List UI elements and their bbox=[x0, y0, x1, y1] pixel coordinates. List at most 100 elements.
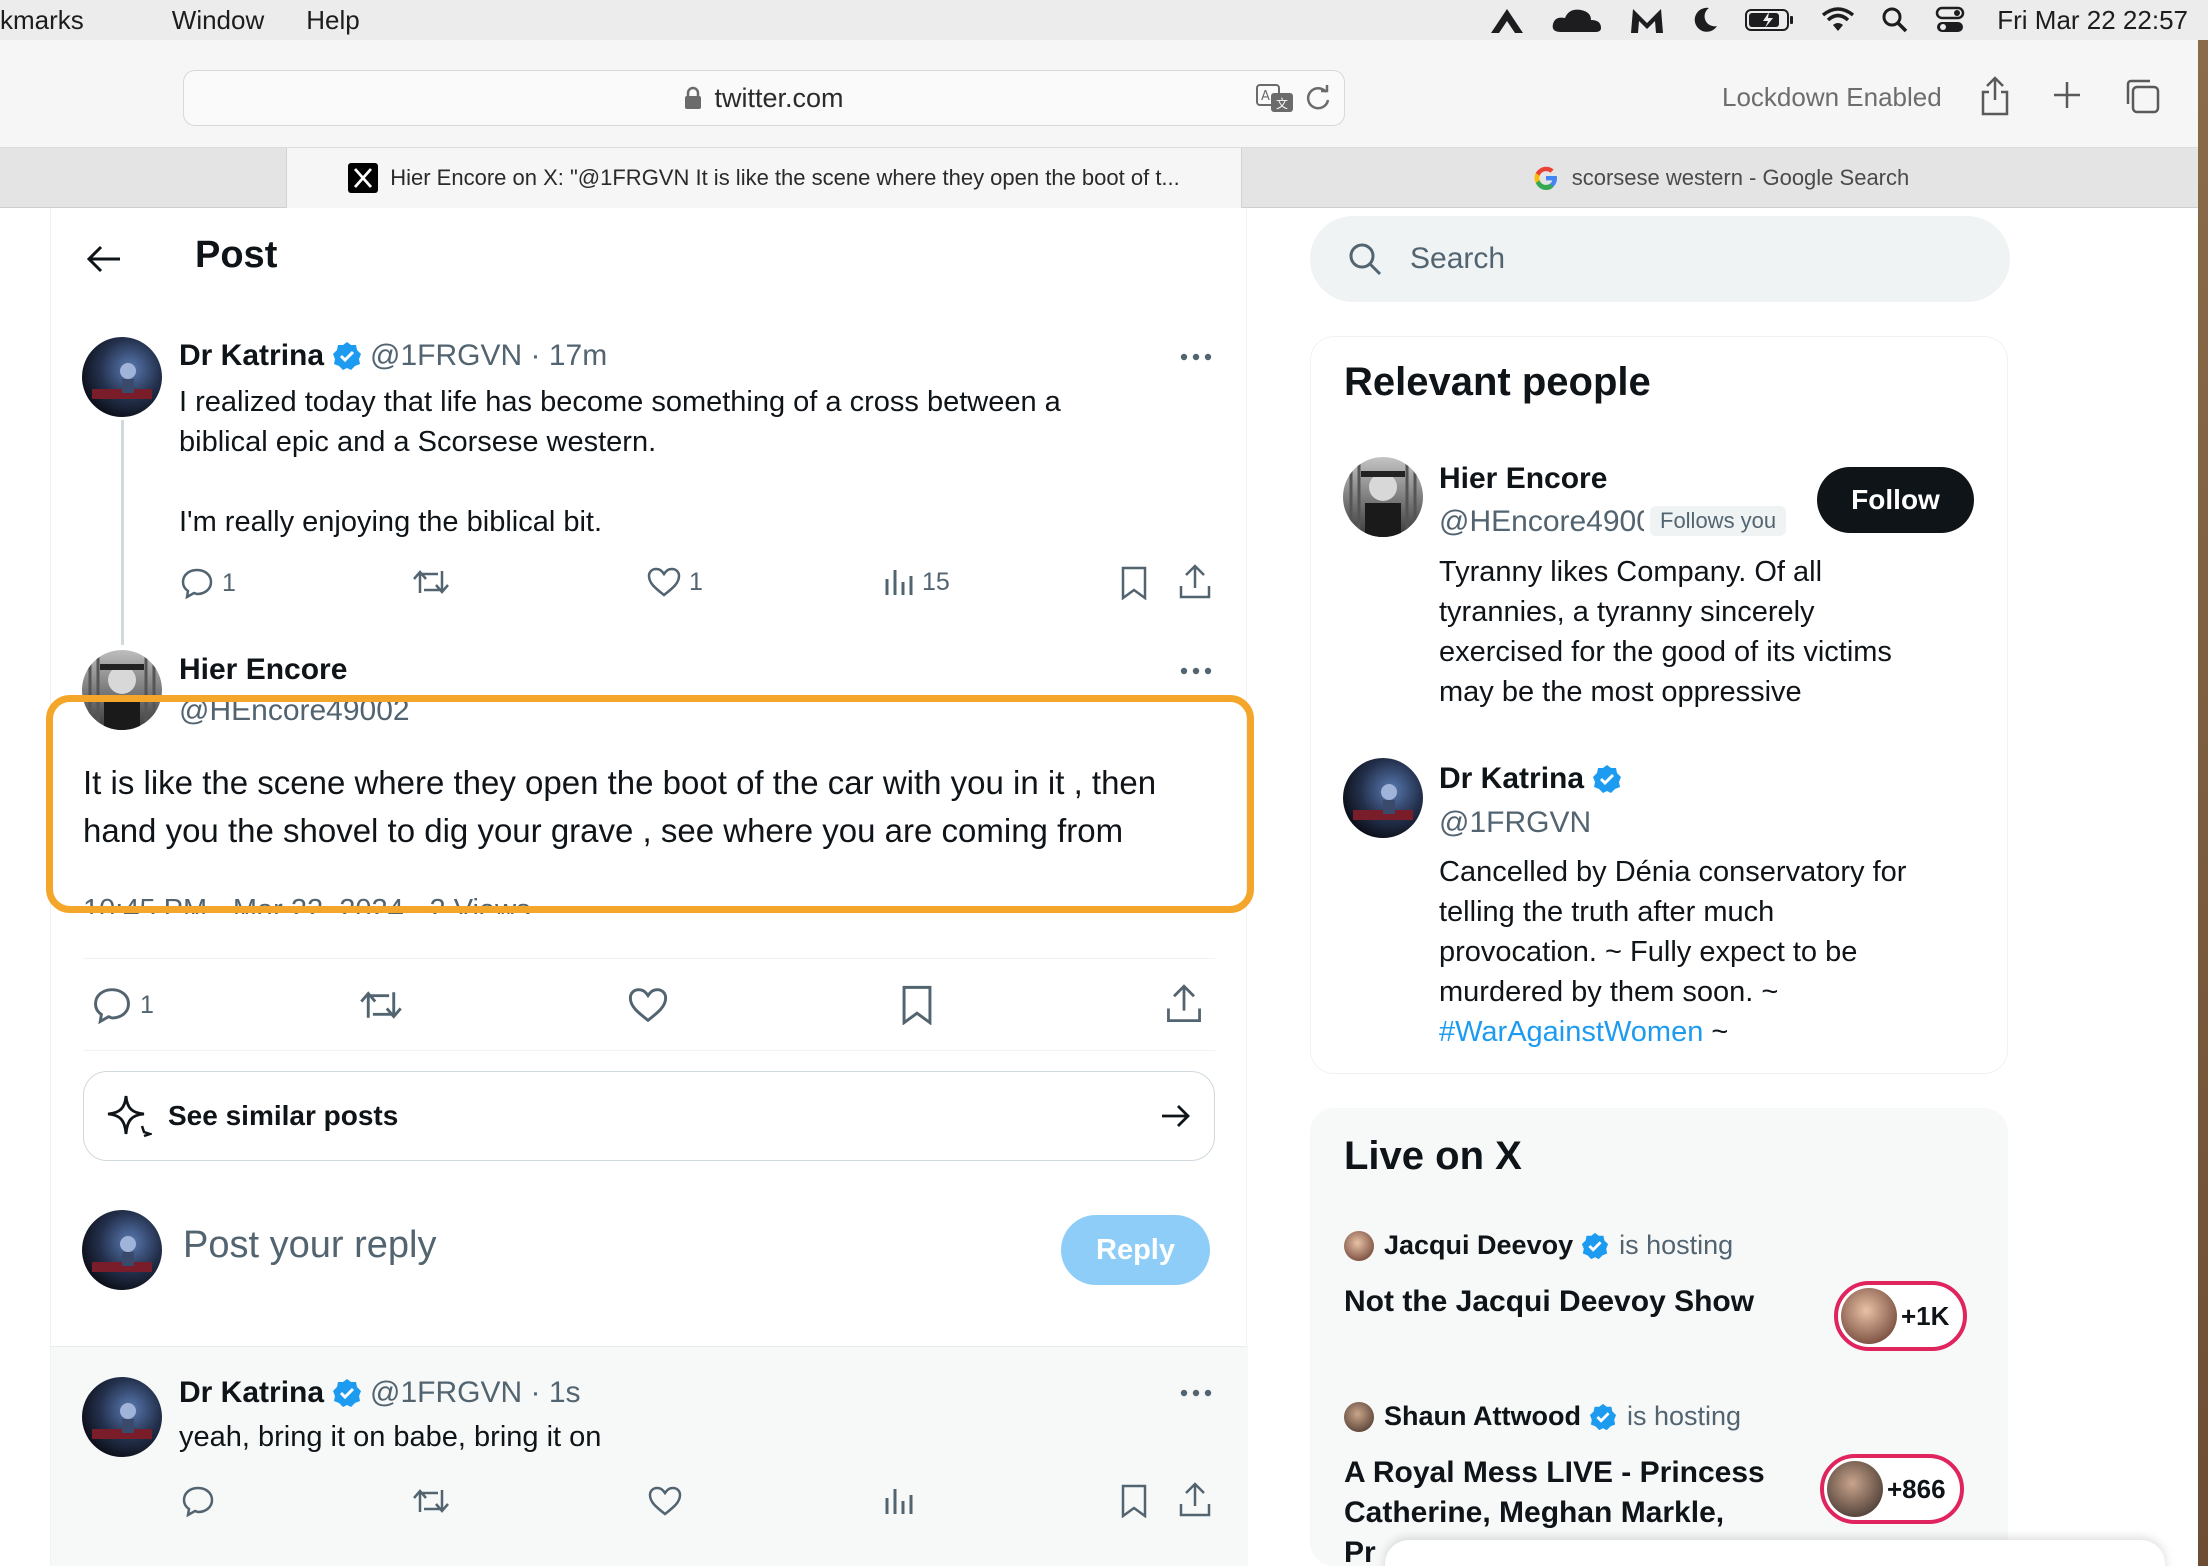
bio-line: murdered by them soon. ~ bbox=[1439, 976, 1779, 1008]
messages-drawer[interactable] bbox=[1385, 1540, 2165, 1566]
person-bio: Tyranny likes Company. Of all tyrannies,… bbox=[1439, 552, 1969, 712]
window-edge bbox=[2198, 40, 2208, 1566]
more-options-icon[interactable] bbox=[1180, 1388, 1212, 1398]
battery-icon[interactable] bbox=[1745, 7, 1795, 33]
app-arc-icon[interactable] bbox=[1489, 5, 1525, 35]
address-bar[interactable]: twitter.com A文 bbox=[183, 70, 1345, 126]
bio-tail: ~ bbox=[1703, 1016, 1729, 1048]
cloud-icon[interactable] bbox=[1551, 6, 1603, 34]
relevant-people-title: Relevant people bbox=[1344, 360, 1651, 404]
listener-avatar bbox=[1841, 1288, 1897, 1344]
author-name[interactable]: Dr Katrina bbox=[179, 339, 324, 373]
reply-submit-button[interactable]: Reply bbox=[1061, 1215, 1210, 1285]
avatar[interactable] bbox=[1343, 457, 1423, 537]
live-title: Live on X bbox=[1344, 1134, 1522, 1178]
repost-icon[interactable] bbox=[359, 987, 403, 1023]
views-button[interactable]: 15 bbox=[884, 567, 950, 597]
verified-badge-icon bbox=[1589, 1403, 1617, 1430]
author-handle[interactable]: @1FRGVN · 1s bbox=[370, 1376, 580, 1410]
follow-button[interactable]: Follow bbox=[1817, 467, 1974, 533]
menu-help[interactable]: Help bbox=[306, 5, 359, 36]
person-handle[interactable]: @HEncore4900 bbox=[1439, 505, 1644, 538]
listener-count: +866 bbox=[1887, 1473, 1946, 1504]
hashtag-link[interactable]: #WarAgainstWomen bbox=[1439, 1016, 1703, 1048]
repost-button[interactable] bbox=[412, 567, 450, 597]
like-count: 1 bbox=[689, 567, 703, 596]
lock-icon bbox=[685, 86, 702, 109]
heart-icon bbox=[647, 567, 681, 597]
share-icon[interactable] bbox=[1178, 564, 1212, 600]
person-bio: Cancelled by Dénia conservatory for tell… bbox=[1439, 852, 1969, 1052]
avatar[interactable] bbox=[1343, 758, 1423, 838]
live-host-row[interactable]: Shaun Attwood is hosting bbox=[1344, 1401, 1741, 1432]
reply-icon[interactable] bbox=[181, 1485, 215, 1517]
search-input[interactable]: Search bbox=[1310, 216, 2010, 302]
avatar[interactable] bbox=[82, 1210, 162, 1290]
author-handle[interactable]: @1FRGVN · 17m bbox=[370, 339, 607, 373]
author-name[interactable]: Hier Encore bbox=[179, 653, 347, 687]
avatar[interactable] bbox=[82, 337, 162, 417]
reply-input[interactable]: Post your reply bbox=[183, 1224, 436, 1267]
x-logo-icon bbox=[348, 163, 379, 193]
listener-count-pill[interactable]: +866 bbox=[1820, 1454, 1964, 1524]
repost-icon[interactable] bbox=[412, 1486, 450, 1516]
bookmark-icon[interactable] bbox=[900, 985, 934, 1025]
share-icon[interactable] bbox=[1165, 984, 1203, 1024]
divider bbox=[83, 958, 1215, 959]
live-host-row[interactable]: Jacqui Deevoy is hosting bbox=[1344, 1230, 1733, 1261]
divider bbox=[83, 1050, 1215, 1051]
bio-line: Cancelled by Dénia conservatory for bbox=[1439, 856, 1907, 888]
space-title[interactable]: Not the Jacqui Deevoy Show bbox=[1344, 1282, 1784, 1322]
tab-x-post[interactable]: Hier Encore on X: "@1FRGVN It is like th… bbox=[286, 148, 1242, 208]
views-chart-icon bbox=[885, 570, 913, 595]
more-options-icon[interactable] bbox=[1180, 666, 1212, 676]
author-name[interactable]: Dr Katrina bbox=[179, 1376, 324, 1410]
back-arrow-icon[interactable] bbox=[86, 244, 122, 274]
bio-line: may be the most oppressive bbox=[1439, 676, 1802, 708]
reload-icon[interactable] bbox=[1304, 84, 1332, 112]
host-avatar bbox=[1344, 1401, 1374, 1432]
tab-title: scorsese western - Google Search bbox=[1571, 165, 1910, 190]
reply-button[interactable]: 1 bbox=[92, 986, 154, 1024]
new-tab-plus-icon[interactable] bbox=[2052, 80, 2082, 110]
bio-line: telling the truth after much bbox=[1439, 896, 1775, 928]
wifi-icon[interactable] bbox=[1821, 7, 1855, 33]
person-name[interactable]: Hier Encore bbox=[1439, 462, 1607, 496]
listener-avatar bbox=[1827, 1461, 1883, 1517]
share-icon[interactable] bbox=[1979, 76, 2011, 116]
tab-google-search[interactable]: scorsese western - Google Search bbox=[1243, 148, 2198, 208]
reply-icon bbox=[94, 988, 130, 1024]
reply-button[interactable]: 1 bbox=[180, 567, 236, 599]
spotlight-search-icon[interactable] bbox=[1881, 6, 1909, 34]
menu-window[interactable]: Window bbox=[172, 5, 264, 36]
lockdown-indicator[interactable]: Lockdown Enabled bbox=[1722, 82, 1942, 113]
mail-m-icon[interactable] bbox=[1629, 5, 1665, 35]
avatar[interactable] bbox=[82, 1377, 162, 1457]
page-title: Post bbox=[195, 234, 278, 276]
see-similar-posts-button[interactable]: See similar posts bbox=[83, 1071, 1215, 1161]
control-center-icon[interactable] bbox=[1935, 6, 1965, 34]
person-handle[interactable]: @1FRGVN bbox=[1439, 806, 1591, 840]
heart-icon[interactable] bbox=[628, 987, 668, 1023]
listener-count-pill[interactable]: +1K bbox=[1834, 1281, 1968, 1351]
verified-badge-icon bbox=[333, 342, 362, 370]
person-name[interactable]: Dr Katrina bbox=[1439, 762, 1584, 796]
views-chart-icon[interactable] bbox=[884, 1486, 914, 1516]
more-options-icon[interactable] bbox=[1180, 352, 1212, 362]
menubar-clock[interactable]: Fri Mar 22 22:57 bbox=[1997, 5, 2188, 36]
bookmark-icon[interactable] bbox=[1120, 566, 1148, 600]
tab-overview-icon[interactable] bbox=[2124, 78, 2160, 114]
share-icon[interactable] bbox=[1178, 1482, 1212, 1518]
tab-strip: Hier Encore on X: "@1FRGVN It is like th… bbox=[0, 148, 2198, 208]
menu-bookmarks[interactable]: kmarks bbox=[0, 5, 84, 36]
heart-icon[interactable] bbox=[648, 1486, 682, 1516]
translate-icon[interactable]: A文 bbox=[1256, 83, 1294, 113]
repost-icon bbox=[413, 570, 449, 594]
moon-icon[interactable] bbox=[1691, 6, 1719, 34]
address-text: twitter.com bbox=[714, 82, 844, 113]
arrow-right-icon bbox=[1162, 1105, 1190, 1127]
bookmark-icon[interactable] bbox=[1120, 1484, 1148, 1518]
see-similar-label: See similar posts bbox=[168, 1100, 399, 1131]
reply-count: 1 bbox=[140, 990, 154, 1019]
like-button[interactable]: 1 bbox=[647, 567, 703, 597]
